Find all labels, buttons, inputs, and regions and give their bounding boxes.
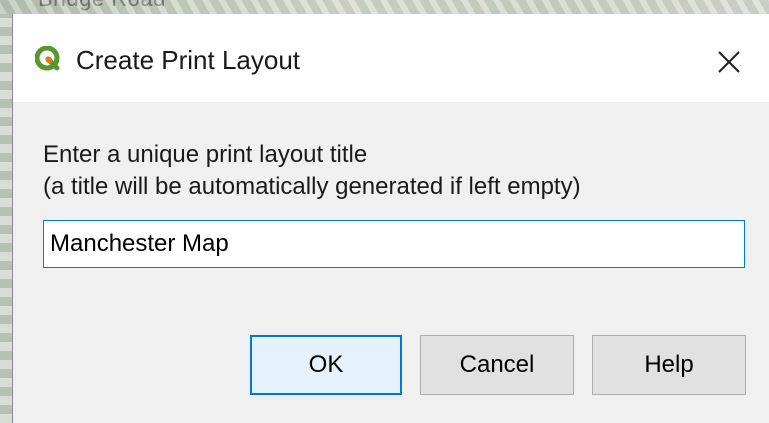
- map-canvas-background: Bridge Road: [0, 0, 769, 14]
- screen: Bridge Road Create Print Layout Enter a …: [0, 0, 769, 423]
- help-button[interactable]: Help: [592, 335, 746, 395]
- map-canvas-left-edge: [0, 14, 12, 423]
- close-icon[interactable]: [709, 42, 749, 82]
- ok-button[interactable]: OK: [250, 335, 402, 395]
- dialog-title: Create Print Layout: [76, 45, 301, 75]
- qgis-icon: [34, 45, 61, 72]
- layout-title-input[interactable]: [44, 221, 744, 267]
- prompt-hint: (a title will be automatically generated…: [43, 173, 581, 200]
- create-print-layout-dialog: Create Print Layout Enter a unique print…: [12, 14, 769, 423]
- map-label: Bridge Road: [38, 0, 166, 12]
- layout-title-field[interactable]: [43, 220, 745, 268]
- cancel-button[interactable]: Cancel: [420, 335, 574, 395]
- dialog-titlebar: Create Print Layout: [13, 14, 769, 102]
- prompt-label: Enter a unique print layout title: [43, 141, 368, 168]
